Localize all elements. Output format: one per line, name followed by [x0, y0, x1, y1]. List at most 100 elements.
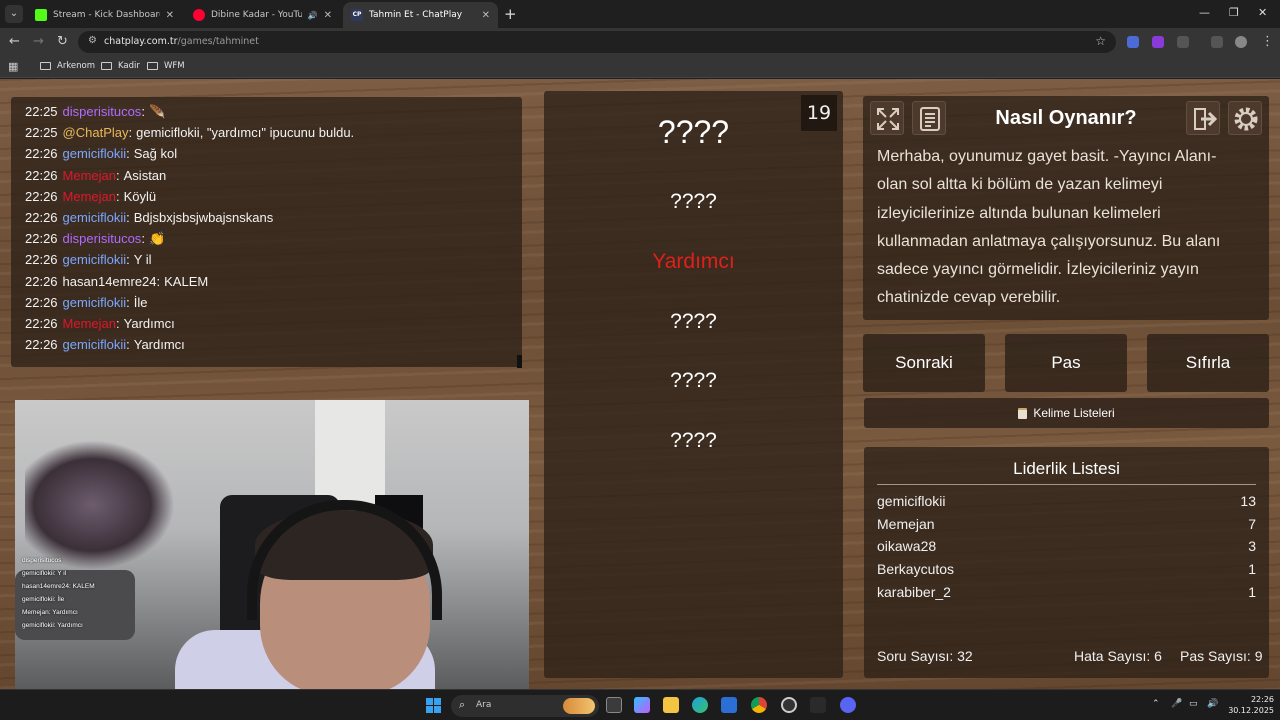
tab-kick-dashboard[interactable]: Stream - Kick Dashboard ✕	[27, 2, 182, 28]
store-icon[interactable]	[721, 697, 737, 713]
copilot-icon[interactable]	[634, 697, 650, 713]
how-to-play-line: Merhaba, oyunumuz gayet basit. -Yayıncı …	[877, 148, 1217, 165]
new-tab-icon[interactable]: +	[504, 5, 517, 23]
close-tab-icon[interactable]: ✕	[166, 10, 174, 21]
chat-text: Yardımcı	[133, 337, 185, 353]
bookmark-folder[interactable]: Arkenom	[40, 61, 95, 71]
edge-icon[interactable]	[692, 697, 708, 713]
profile-avatar-icon[interactable]	[1235, 36, 1247, 48]
speaker-icon[interactable]: 🔊	[308, 11, 318, 20]
forward-icon[interactable]: →	[33, 34, 44, 49]
chat-separator: :	[128, 125, 133, 141]
chat-message: 22:25 disperisitucos: 🪶	[25, 104, 165, 120]
tab-search-list-icon[interactable]	[1211, 36, 1223, 48]
bookmark-label: Kadir	[118, 61, 140, 71]
chat-username[interactable]: hasan14emre24	[63, 274, 157, 289]
extension-icon[interactable]	[1152, 36, 1164, 48]
word-lists-button[interactable]: Kelime Listeleri	[864, 398, 1269, 428]
pass-button[interactable]: Pas	[1005, 334, 1127, 392]
site-info-icon[interactable]: ⚙	[88, 35, 97, 46]
network-icon[interactable]: ▭	[1189, 699, 1198, 709]
taskbar-search[interactable]: ⌕ Ara	[451, 695, 599, 717]
menu-dots-icon[interactable]: ⋮	[1261, 34, 1274, 49]
tab-youtube-music[interactable]: Dibine Kadar - YouTube Mu 🔊 ✕	[185, 2, 340, 28]
overlay-chat-line: gemiciflokii: Y il	[22, 570, 67, 577]
bookmark-folder[interactable]: Kadir	[101, 61, 140, 71]
close-tab-icon[interactable]: ✕	[482, 10, 490, 21]
chat-username[interactable]: Memejan	[63, 168, 116, 183]
settings-gear-icon[interactable]	[1228, 101, 1262, 135]
word-lists-label: Kelime Listeleri	[1033, 406, 1115, 420]
chat-username[interactable]: gemiciflokii	[63, 252, 127, 267]
chat-username[interactable]: disperisitucos	[63, 231, 142, 246]
chat-username[interactable]: gemiciflokii	[63, 146, 127, 161]
windows-start-icon[interactable]	[426, 698, 441, 713]
back-icon[interactable]: ←	[9, 34, 20, 49]
how-to-play-line: sadece yayıncı görmelidir. İzleyicilerin…	[877, 261, 1199, 279]
how-to-play-line: kullanmadan anlatmaya çalışıyorsunuz. Bu…	[877, 232, 1221, 250]
close-tab-icon[interactable]: ✕	[324, 10, 332, 21]
reload-icon[interactable]: ↻	[57, 34, 68, 49]
chat-time: 22:25	[25, 125, 58, 141]
chat-time: 22:26	[25, 316, 58, 331]
close-window-icon[interactable]: ✕	[1258, 6, 1267, 19]
task-view-icon[interactable]	[606, 697, 622, 713]
chat-username[interactable]: Memejan	[63, 189, 116, 204]
discord-icon[interactable]	[840, 697, 856, 713]
file-explorer-icon[interactable]	[663, 697, 679, 713]
volume-icon[interactable]: 🔊	[1207, 699, 1218, 709]
chat-text: Y il	[133, 252, 152, 268]
chat-message: 22:26 disperisitucos: 👏	[25, 231, 165, 247]
media-app-icon[interactable]	[810, 697, 826, 713]
chat-username[interactable]: disperisitucos	[63, 104, 142, 119]
translate-extension-icon[interactable]	[1127, 36, 1139, 48]
tab-chatplay[interactable]: CP Tahmin Et - ChatPlay ✕	[343, 2, 498, 28]
chat-message: 22:26 Memejan: Yardımcı	[25, 316, 175, 331]
url-field[interactable]: ⚙ chatplay.com.tr/games/tahminet ☆	[78, 31, 1116, 53]
chat-separator: :	[126, 252, 130, 268]
bookmark-star-icon[interactable]: ☆	[1095, 34, 1106, 48]
chat-username[interactable]: gemiciflokii	[63, 295, 127, 310]
chatplay-favicon-icon: CP	[351, 9, 363, 21]
chat-message: 22:26 gemiciflokii: Y il	[25, 252, 152, 267]
chat-scrollbar[interactable]	[517, 355, 522, 368]
overlay-chat-line: gemiciflokii: Yardımcı	[22, 622, 83, 629]
chat-username[interactable]: gemiciflokii	[63, 337, 127, 352]
taskbar: ⌕ Ara ⌃ 🎤 ▭ 🔊 22:26 30.12.2025	[0, 689, 1280, 720]
leaderboard-player-score: 1	[1248, 561, 1256, 578]
chat-separator: :	[116, 188, 120, 204]
reset-button[interactable]: Sıfırla	[1147, 334, 1269, 392]
forbidden-word: ????	[670, 310, 717, 333]
leaderboard-player-name: karabiber_2	[877, 583, 951, 600]
how-to-play-line: chatinizde cevap verebilir.	[877, 289, 1061, 307]
chrome-icon[interactable]	[751, 697, 767, 713]
obs-icon[interactable]	[781, 697, 797, 713]
next-button[interactable]: Sonraki	[863, 334, 985, 392]
game-page: 22:25 disperisitucos: 🪶 22:25 @ChatPlay: gemi…	[0, 79, 1280, 689]
chat-username[interactable]: Memejan	[63, 316, 116, 331]
apps-grid-icon[interactable]: ▦	[8, 60, 18, 73]
chat-time: 22:26	[25, 337, 58, 353]
leaderboard-title: Liderlik Listesi	[1013, 459, 1120, 478]
clock-date: 30.12.2025	[1228, 706, 1274, 715]
exit-icon[interactable]	[1186, 101, 1220, 135]
microphone-icon[interactable]: 🎤	[1171, 699, 1182, 709]
chat-message: 22:25 @ChatPlay: gemiciflokii, "yardımcı" …	[25, 125, 354, 140]
url-text[interactable]: chatplay.com.tr/games/tahminet	[104, 36, 259, 47]
tab-search-icon[interactable]: ⌄	[5, 5, 23, 23]
leaderboard-player-name: Memejan	[877, 515, 935, 532]
overlay-chat-line: gemiciflokii: İle	[22, 596, 65, 603]
clock[interactable]: 22:26 30.12.2025	[1222, 694, 1274, 716]
minimize-icon[interactable]: —	[1199, 6, 1210, 19]
puzzle-extensions-icon[interactable]	[1177, 36, 1189, 48]
chat-username[interactable]: gemiciflokii	[63, 210, 127, 225]
chat-time: 22:26	[25, 273, 58, 289]
tray-chevron-icon[interactable]: ⌃	[1152, 699, 1160, 709]
restore-icon[interactable]: ❐	[1229, 6, 1239, 19]
chat-time: 22:26	[25, 210, 58, 225]
bookmark-folder[interactable]: WFM	[147, 61, 185, 71]
wall-painting	[25, 440, 175, 570]
chat-username[interactable]: @ChatPlay	[63, 125, 129, 140]
tab-title: Stream - Kick Dashboard	[53, 10, 160, 20]
search-highlight-image	[563, 698, 595, 714]
